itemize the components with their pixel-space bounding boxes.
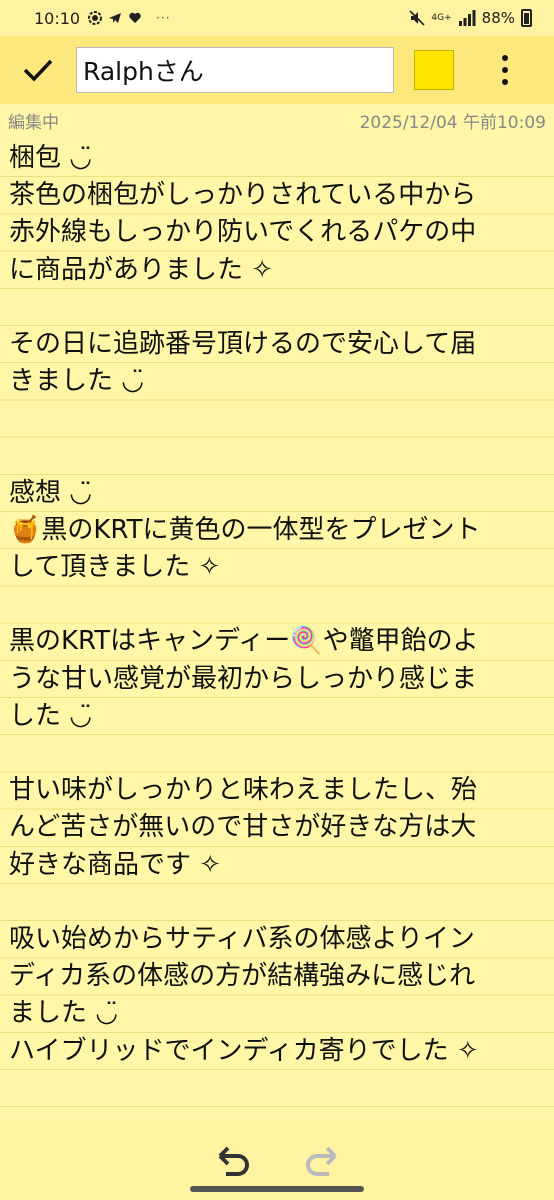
edit-status: 編集中 [8, 113, 59, 133]
note-line [0, 1107, 554, 1120]
note-timestamp: 2025/12/04 午前10:09 [359, 113, 546, 133]
note-line: ました ◡̈ [9, 998, 118, 1029]
telegram-icon [109, 13, 122, 23]
more-options-button[interactable] [491, 50, 519, 90]
note-line: んど苦さが無いので甘さが好きな方は大 [9, 812, 477, 843]
mute-icon [409, 10, 425, 26]
note-line: きました ◡̈ [9, 366, 144, 397]
note-line: 吸い始めからサティバ系の体感よりイン [9, 923, 475, 954]
battery-icon [521, 9, 532, 27]
note-line [0, 1070, 554, 1107]
note-line [0, 400, 554, 437]
network-type: 4G+ [431, 13, 452, 23]
note-line [0, 586, 554, 623]
signal-strength-icon [458, 10, 476, 26]
note-line: 茶色の梱包がしっかりされている中から [9, 180, 477, 211]
notification-icons [88, 11, 142, 25]
save-check-button[interactable] [18, 50, 58, 90]
note-line: ディカ系の体感の方が結構強みに感じれ [9, 961, 476, 992]
undo-button[interactable] [212, 1142, 252, 1182]
note-line: うな甘い感覚が最初からしっかり感じま [9, 663, 478, 694]
note-line: に商品がありました ✧ [9, 254, 274, 285]
note-line: 黒のKRTはキャンディー🍭や鼈甲飴のよ [9, 626, 479, 657]
signal-app-icon [88, 11, 103, 25]
note-line: した ◡̈ [9, 700, 92, 731]
note-line: その日に追跡番号頂けるので安心して届 [9, 328, 477, 359]
note-body[interactable]: 梱包 ◡̈ 茶色の梱包がしっかりされている中から 赤外線もしっかり防いでくれるパケの… [0, 140, 554, 1120]
note-line: 甘い味がしっかりと味わえましたし、殆 [9, 775, 478, 806]
note-line [0, 735, 554, 772]
status-right: 4G+ 88% [409, 0, 532, 36]
redo-button[interactable] [303, 1142, 343, 1182]
status-time: 10:10 [34, 8, 81, 28]
note-line: 🍯黒のKRTに黄色の一体型をプレゼント [9, 514, 481, 545]
note-line [0, 884, 554, 921]
status-bar: 10:10 ··· 4G+ 88% [0, 0, 554, 36]
note-meta: 編集中 2025/12/04 午前10:09 [0, 106, 554, 133]
note-line: 好きな商品です ✧ [9, 849, 222, 880]
note-line: して頂きました ✧ [9, 552, 221, 583]
more-notifications-icon: ··· [156, 11, 171, 25]
note-line [0, 289, 554, 326]
home-indicator[interactable] [190, 1186, 364, 1192]
dot-icon [502, 79, 508, 85]
note-line [0, 438, 554, 475]
check-icon [23, 59, 53, 82]
note-line: 赤外線もしっかり防いでくれるパケの中 [9, 217, 477, 248]
note-line: 梱包 ◡̈ [9, 143, 92, 173]
dot-icon [502, 67, 508, 73]
bottom-bar [0, 1120, 554, 1200]
note-color-button[interactable] [414, 50, 454, 90]
heart-icon [129, 12, 141, 23]
note-line: 感想 ◡̈ [9, 477, 92, 508]
dot-icon [502, 55, 508, 61]
note-line: ハイブリッドでインディカ寄りでした ✧ [9, 1035, 479, 1066]
battery-percent: 88% [481, 9, 515, 27]
note-title-input[interactable] [76, 47, 394, 93]
note-toolbar [0, 36, 554, 104]
